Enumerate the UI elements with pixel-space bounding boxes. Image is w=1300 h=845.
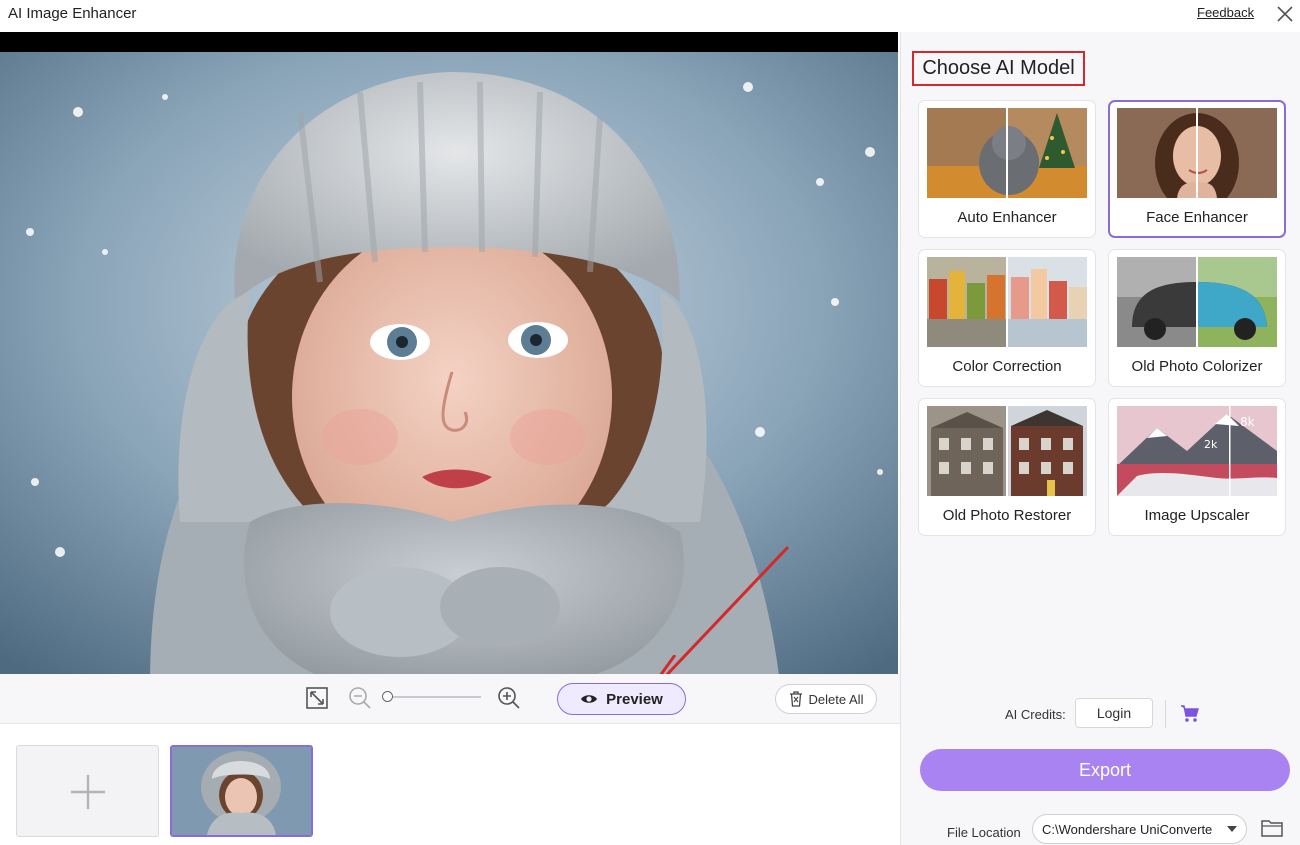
cart-icon[interactable] bbox=[1180, 704, 1200, 724]
preview-button[interactable]: Preview bbox=[557, 683, 686, 715]
model-card-image-upscaler[interactable]: 8k 2k Image Upscaler bbox=[1108, 398, 1286, 536]
add-image-button[interactable] bbox=[16, 745, 159, 837]
model-card-face-enhancer[interactable]: Face Enhancer bbox=[1108, 100, 1286, 238]
choose-model-title: Choose AI Model bbox=[912, 51, 1085, 86]
chevron-down-icon bbox=[1227, 826, 1237, 832]
zoom-out-icon[interactable] bbox=[348, 686, 372, 710]
delete-all-button[interactable]: Delete All bbox=[775, 684, 877, 714]
model-label: Image Upscaler bbox=[1144, 507, 1250, 524]
feedback-link[interactable]: Feedback bbox=[1197, 5, 1254, 20]
upscaler-2k-badge: 2k bbox=[1204, 438, 1218, 451]
face-enhancer-thumb bbox=[1117, 108, 1277, 198]
fit-screen-icon[interactable] bbox=[305, 686, 329, 710]
folder-icon[interactable] bbox=[1261, 818, 1283, 838]
model-card-old-photo-restorer[interactable]: Old Photo Restorer bbox=[918, 398, 1096, 536]
preview-photo bbox=[0, 52, 898, 683]
app-title: AI Image Enhancer bbox=[8, 5, 137, 22]
model-label: Color Correction bbox=[952, 358, 1062, 375]
export-button[interactable]: Export bbox=[920, 749, 1290, 791]
close-icon[interactable] bbox=[1274, 3, 1296, 25]
model-label: Face Enhancer bbox=[1146, 209, 1248, 226]
old-photo-colorizer-thumb bbox=[1117, 257, 1277, 347]
model-card-auto-enhancer[interactable]: Auto Enhancer bbox=[918, 100, 1096, 238]
model-label: Auto Enhancer bbox=[957, 209, 1057, 226]
model-label: Old Photo Colorizer bbox=[1131, 358, 1263, 375]
color-correction-thumb bbox=[927, 257, 1087, 347]
model-card-color-correction[interactable]: Color Correction bbox=[918, 249, 1096, 387]
image-thumbnail[interactable] bbox=[170, 745, 313, 837]
image-preview-canvas bbox=[0, 32, 898, 683]
old-photo-restorer-thumb bbox=[927, 406, 1087, 496]
delete-all-label: Delete All bbox=[808, 691, 864, 707]
upscaler-8k-badge: 8k bbox=[1240, 415, 1255, 429]
separator bbox=[1165, 700, 1166, 728]
auto-enhancer-thumb bbox=[927, 108, 1087, 198]
file-location-dropdown[interactable]: C:\Wondershare UniConverte bbox=[1032, 814, 1247, 844]
thumbnail-photo bbox=[172, 747, 311, 835]
ai-credits-label: AI Credits: bbox=[1005, 707, 1066, 722]
file-location-label: File Location bbox=[947, 825, 1021, 840]
preview-toolbar bbox=[0, 674, 900, 724]
login-button[interactable]: Login bbox=[1075, 698, 1153, 728]
image-upscaler-thumb: 8k 2k bbox=[1117, 406, 1277, 496]
model-label: Old Photo Restorer bbox=[942, 507, 1072, 524]
zoom-slider-track[interactable] bbox=[386, 696, 481, 698]
title-bar: AI Image Enhancer Feedback bbox=[0, 0, 1300, 30]
zoom-slider-thumb[interactable] bbox=[382, 691, 393, 702]
eye-icon bbox=[581, 695, 598, 703]
plus-icon bbox=[71, 775, 105, 809]
file-location-value: C:\Wondershare UniConverte bbox=[1042, 821, 1213, 837]
model-card-old-photo-colorizer[interactable]: Old Photo Colorizer bbox=[1108, 249, 1286, 387]
trash-icon bbox=[789, 691, 802, 707]
zoom-in-icon[interactable] bbox=[497, 686, 521, 710]
preview-label: Preview bbox=[606, 690, 663, 708]
